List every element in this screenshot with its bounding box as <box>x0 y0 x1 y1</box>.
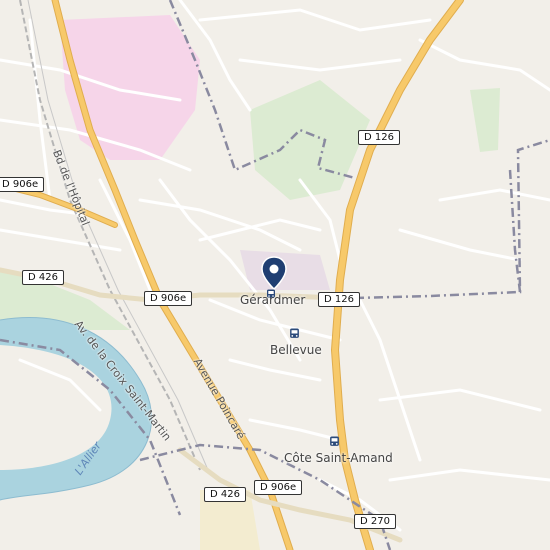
bus-stop-icon[interactable] <box>329 434 340 452</box>
road-shield-d906e: D 906e <box>144 291 193 306</box>
place-label-cote-saint-amand[interactable]: Côte Saint-Amand <box>284 451 393 465</box>
road-shield-d270: D 270 <box>354 514 396 529</box>
road-shield-d906e: D 906e <box>254 480 303 495</box>
place-label-bellevue[interactable]: Bellevue <box>270 343 322 357</box>
road-shield-d126: D 126 <box>358 130 400 145</box>
road-shield-d426: D 426 <box>22 270 64 285</box>
road-shield-d126: D 126 <box>318 292 360 307</box>
road-shield-d906e: D 906e <box>0 177 45 192</box>
map[interactable]: D 126 D 126 D 906e D 906e D 906e D 426 D… <box>0 0 550 550</box>
road-shield-d426: D 426 <box>204 487 246 502</box>
bus-stop-icon[interactable] <box>266 286 276 304</box>
bus-stop-icon[interactable] <box>289 326 300 344</box>
